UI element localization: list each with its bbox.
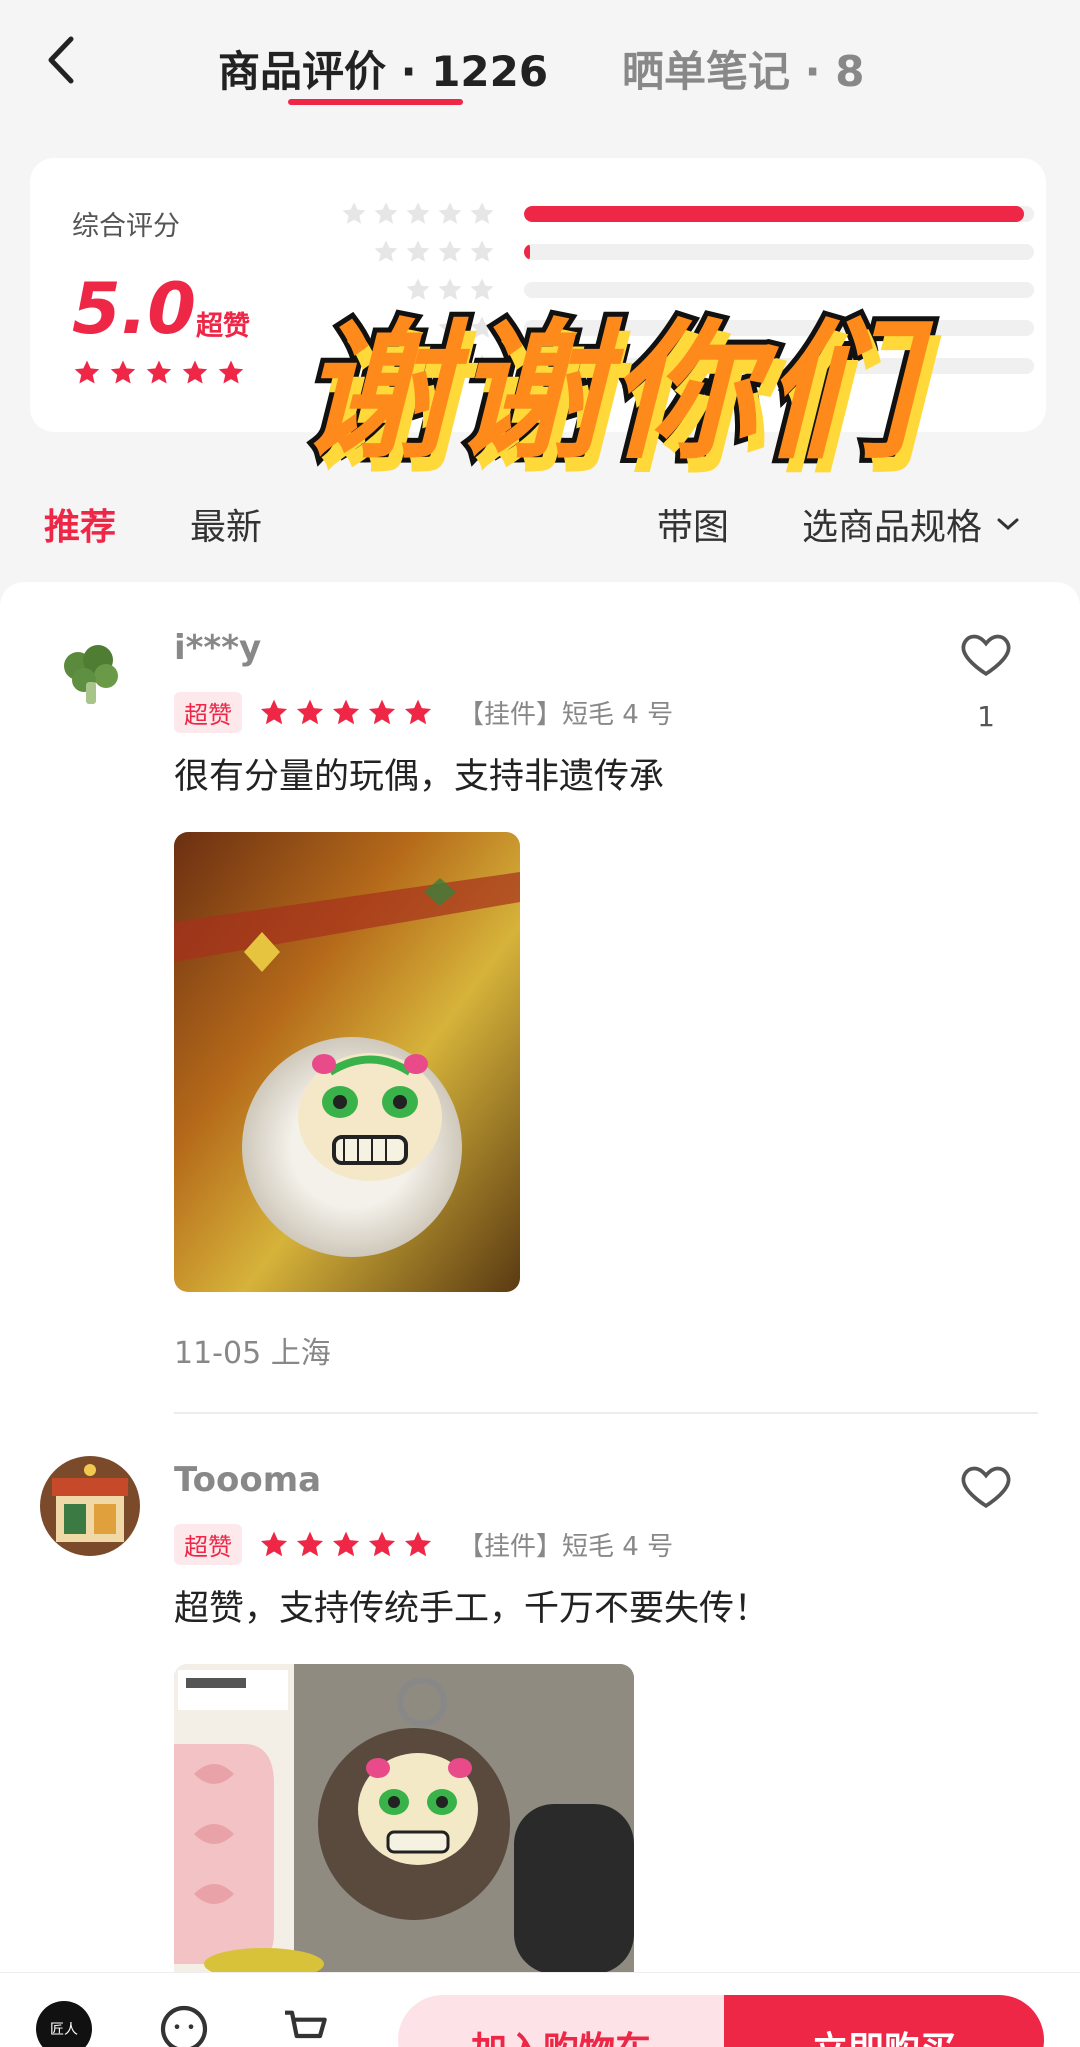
overlay-caption: 谢谢你们	[295, 306, 917, 480]
tab-reviews[interactable]: 商品评价 · 1226	[218, 38, 548, 99]
review-content: 超赞，支持传统手工，千万不要失传！	[174, 1589, 770, 1629]
chevron-left-icon	[48, 36, 74, 84]
star-icon	[260, 699, 288, 724]
review-stars	[258, 1529, 434, 1561]
shop-logo-text: 匠人	[50, 2022, 78, 2038]
filter-choose-spec[interactable]: 选商品规格	[802, 498, 1020, 550]
overall-rating-label: 综合评分	[72, 211, 180, 242]
star-icon	[368, 699, 396, 724]
filter-recommend[interactable]: 推荐	[44, 498, 116, 550]
star-icon	[332, 699, 360, 724]
review-meta: 超赞 【挂件】短毛 4 号	[174, 1524, 673, 1565]
distribution-bar	[524, 244, 1034, 260]
distribution-bar	[524, 282, 1034, 298]
review-meta: 超赞 【挂件】短毛 4 号	[174, 692, 673, 733]
distribution-stars	[306, 276, 496, 304]
filter-latest[interactable]: 最新	[190, 498, 262, 550]
rating-tag: 超赞	[174, 1524, 242, 1565]
star-icon	[404, 1531, 432, 1556]
star-icon	[406, 240, 430, 262]
distribution-row-3	[306, 276, 1034, 304]
star-icon	[368, 1531, 396, 1556]
review-username[interactable]: Toooma	[174, 1460, 321, 1500]
distribution-fill	[524, 244, 531, 260]
star-icon	[470, 240, 494, 262]
product-spec: 【挂件】短毛 4 号	[458, 700, 674, 730]
customer-service-icon[interactable]	[156, 2001, 212, 2047]
filter-choose-spec-label: 选商品规格	[802, 507, 983, 548]
star-icon	[438, 278, 462, 300]
review-content: 很有分量的玩偶，支持非遗传承	[174, 757, 665, 797]
review-username[interactable]: i***y	[174, 628, 261, 668]
bottom-action-bar: 匠人 加入购物车 立即购买	[0, 1972, 1080, 2047]
tab-notes[interactable]: 晒单笔记 · 8	[622, 38, 864, 99]
overall-stars	[72, 358, 246, 388]
heart-icon[interactable]	[958, 626, 1014, 682]
star-icon	[260, 1531, 288, 1556]
buy-now-button[interactable]: 立即购买	[724, 1995, 1044, 2047]
shop-logo[interactable]: 匠人	[36, 2001, 92, 2047]
score-tag: 超赞	[196, 311, 250, 342]
cart-icon[interactable]	[278, 2001, 334, 2047]
star-icon	[406, 202, 430, 224]
star-icon	[438, 202, 462, 224]
star-icon	[296, 1531, 324, 1556]
star-icon	[406, 278, 430, 300]
star-icon	[342, 202, 366, 224]
divider	[174, 1412, 1038, 1414]
avatar[interactable]	[40, 1456, 140, 1556]
heart-icon[interactable]	[958, 1458, 1014, 1514]
add-to-cart-button[interactable]: 加入购物车	[398, 1995, 724, 2047]
review-list: i***y 1 超赞 【挂件】短毛 4 号 很有分量的玩偶，支持非遗传承 11-…	[0, 582, 1080, 1974]
star-icon	[404, 699, 432, 724]
review-date-location: 11-05 上海	[174, 1336, 331, 1371]
distribution-stars	[306, 238, 496, 266]
review-photo[interactable]	[174, 1664, 634, 1974]
star-icon	[438, 240, 462, 262]
filter-with-photo[interactable]: 带图	[657, 498, 729, 550]
distribution-row-4	[306, 238, 1034, 266]
star-icon	[74, 360, 100, 384]
product-spec: 【挂件】短毛 4 号	[458, 1532, 674, 1562]
distribution-bar	[524, 206, 1034, 222]
header: 商品评价 · 1226 晒单笔记 · 8	[0, 0, 1080, 140]
star-icon	[218, 360, 244, 384]
distribution-fill	[524, 206, 1024, 222]
distribution-row-5	[306, 200, 1034, 228]
star-icon	[146, 360, 172, 384]
tab-active-indicator	[288, 99, 463, 105]
chevron-down-icon	[997, 518, 1019, 531]
broccoli-avatar-icon	[64, 645, 118, 704]
review-stars	[258, 697, 434, 729]
star-icon	[470, 202, 494, 224]
star-icon	[470, 278, 494, 300]
rating-tag: 超赞	[174, 692, 242, 733]
star-icon	[110, 360, 136, 384]
storefront-avatar-icon	[40, 1456, 140, 1556]
star-icon	[374, 202, 398, 224]
overall-score: 5.0	[72, 268, 197, 350]
distribution-stars	[306, 200, 496, 228]
star-icon	[182, 360, 208, 384]
back-button[interactable]	[30, 30, 90, 90]
review-photo[interactable]	[174, 832, 520, 1292]
star-icon	[332, 1531, 360, 1556]
star-icon	[296, 699, 324, 724]
lion-plush-photo	[174, 832, 520, 1292]
star-icon	[374, 240, 398, 262]
avatar[interactable]	[40, 624, 140, 724]
like-count: 1	[977, 700, 995, 733]
lion-keychain-photo	[174, 1664, 634, 1974]
